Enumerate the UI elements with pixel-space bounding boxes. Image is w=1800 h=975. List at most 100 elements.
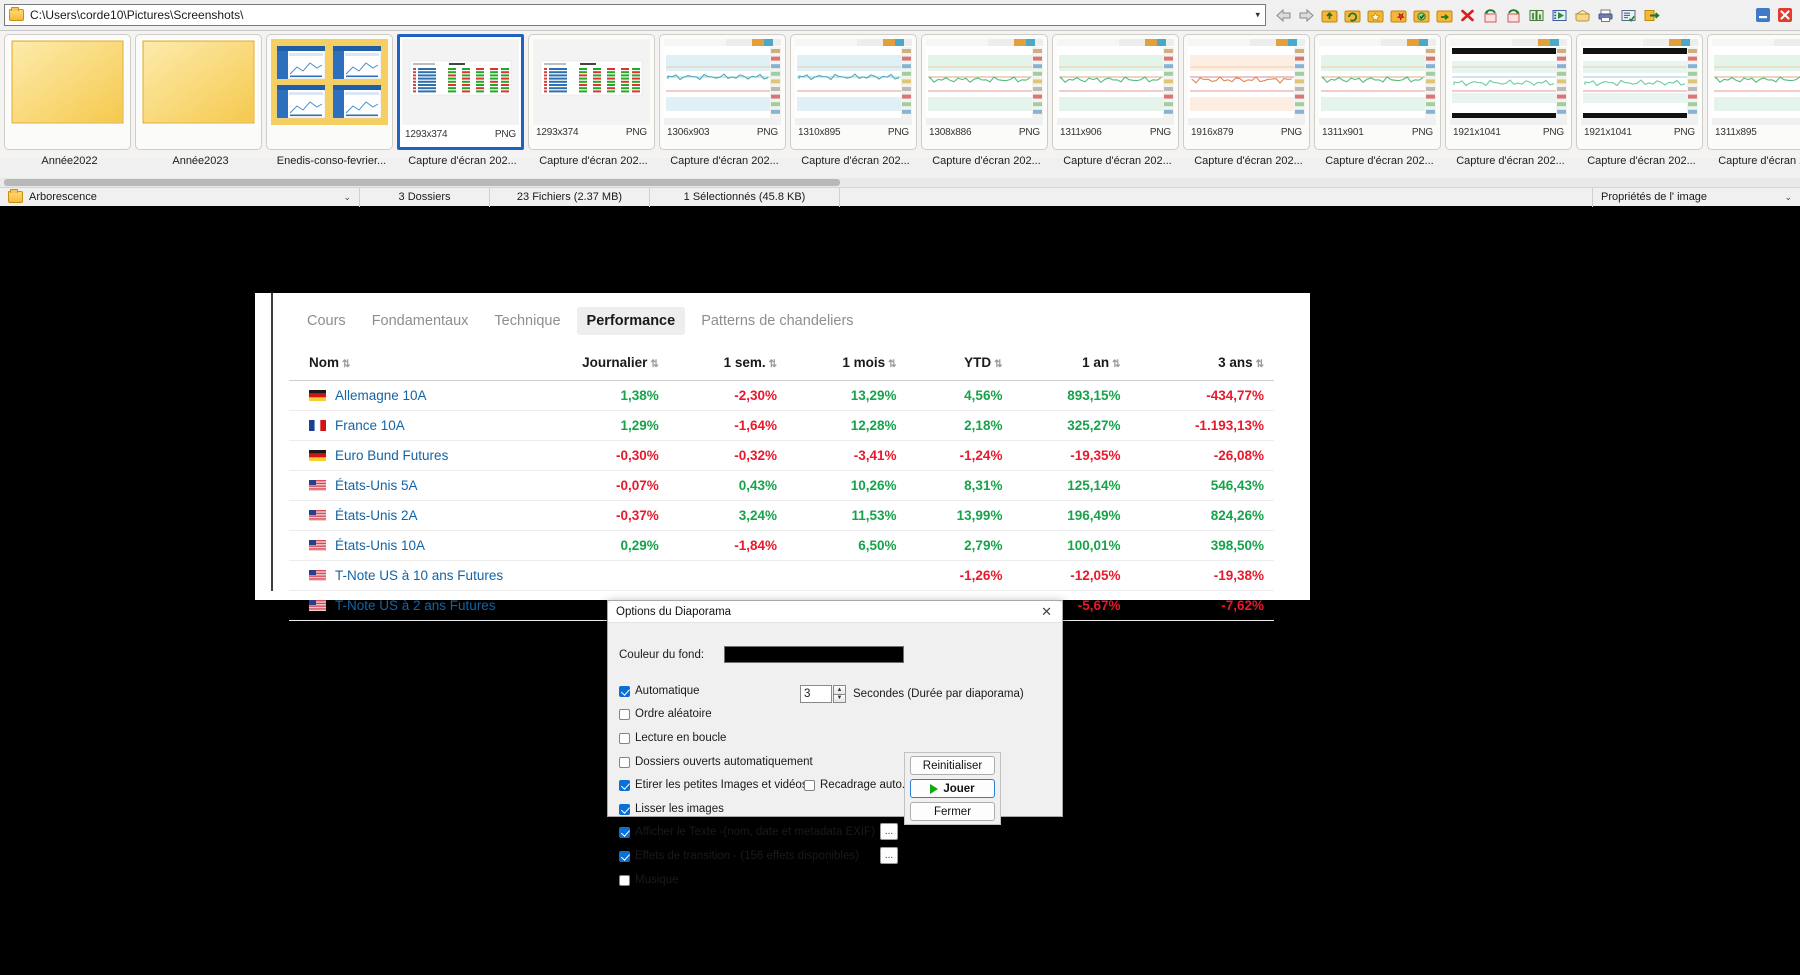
thumbnail-scrollbar[interactable]	[0, 178, 1800, 187]
thumbnail-item[interactable]: 1311x901PNG	[1314, 34, 1441, 150]
rotate-right-icon[interactable]	[1502, 4, 1524, 26]
checkbox-musique[interactable]: Musique	[619, 874, 678, 886]
thumbnail-strip[interactable]: 1293x374PNG 1293x374PNG1306x903PNG1310x8…	[0, 30, 1800, 158]
filmstrip-icon[interactable]	[1548, 4, 1570, 26]
thumbnail-item[interactable]	[266, 34, 393, 150]
instrument-link[interactable]: T-Note US à 10 ans Futures	[335, 568, 503, 583]
tab-performance[interactable]: Performance	[577, 307, 686, 335]
spin-down-icon[interactable]: ▼	[833, 695, 846, 704]
checkbox-etirer-petites-images[interactable]: Etirer les petites Images et vidéos	[619, 779, 808, 791]
checkbox-effets-de-transition[interactable]: Effets de transition - (156 effets dispo…	[619, 850, 859, 862]
column-header-3-ans[interactable]: 3 ans⇅	[1131, 349, 1275, 381]
spin-up-icon[interactable]: ▲	[833, 685, 846, 695]
column-header-nom[interactable]: Nom⇅	[289, 349, 513, 381]
checkbox-icon[interactable]	[619, 827, 630, 838]
folder-new-icon[interactable]	[1387, 4, 1409, 26]
close-dialog-button[interactable]: Fermer	[910, 802, 995, 821]
thumbnail-item[interactable]: 1921x1041PNG	[1576, 34, 1703, 150]
checkbox-ordre-aleatoire[interactable]: Ordre aléatoire	[619, 708, 712, 720]
column-header-1-sem[interactable]: 1 sem.⇅	[669, 349, 787, 381]
seconds-spin-buttons[interactable]: ▲ ▼	[833, 685, 846, 703]
instrument-link[interactable]: T-Note US à 2 ans Futures	[335, 598, 496, 613]
sort-icon[interactable]: ⇅	[769, 359, 777, 370]
folder-favorite-icon[interactable]	[1364, 4, 1386, 26]
status-tree-section[interactable]: Arborescence ⌄	[0, 188, 360, 207]
table-row[interactable]: Allemagne 10A1,38%-2,30%13,29%4,56%893,1…	[289, 381, 1274, 411]
thumbnail-item[interactable]: 1921x1041PNG	[1445, 34, 1572, 150]
delete-x-icon[interactable]	[1456, 4, 1478, 26]
checkbox-icon[interactable]	[619, 851, 630, 862]
table-row[interactable]: T-Note US à 10 ans Futures-1,26%-12,05%-…	[289, 561, 1274, 591]
instrument-link[interactable]: États-Unis 2A	[335, 508, 418, 523]
tab-bar[interactable]: CoursFondamentauxTechniquePerformancePat…	[273, 293, 1276, 349]
sort-icon[interactable]: ⇅	[342, 359, 350, 370]
table-row[interactable]: France 10A1,29%-1,64%12,28%2,18%325,27%-…	[289, 411, 1274, 441]
seconds-input[interactable]: 3	[800, 685, 832, 703]
thumbnail-item[interactable]	[4, 34, 131, 150]
folder-open-icon[interactable]	[1410, 4, 1432, 26]
sort-icon[interactable]: ⇅	[888, 359, 896, 370]
column-header-1-an[interactable]: 1 an⇅	[1012, 349, 1130, 381]
export-icon[interactable]	[1640, 4, 1662, 26]
compare-icon[interactable]	[1525, 4, 1547, 26]
metadata-icon[interactable]	[1617, 4, 1639, 26]
minimize-button[interactable]	[1754, 6, 1772, 24]
chevron-expand-icon[interactable]: ⌄	[343, 192, 351, 203]
thumbnail-item[interactable]: 1311x895PNG	[1707, 34, 1800, 150]
sort-icon[interactable]: ⇅	[1256, 359, 1264, 370]
close-button[interactable]	[1776, 6, 1794, 24]
seconds-stepper[interactable]: 3 ▲ ▼ Secondes (Durée par diaporama)	[800, 685, 1024, 703]
tab-patterns-de-chandeliers[interactable]: Patterns de chandeliers	[691, 307, 863, 335]
instrument-link[interactable]: France 10A	[335, 418, 405, 433]
table-row[interactable]: États-Unis 10A0,29%-1,84%6,50%2,79%100,0…	[289, 531, 1274, 561]
instrument-link[interactable]: États-Unis 5A	[335, 478, 418, 493]
transition-options-button[interactable]: ...	[880, 847, 898, 864]
instrument-link[interactable]: Allemagne 10A	[335, 388, 427, 403]
instrument-link[interactable]: Euro Bund Futures	[335, 448, 448, 463]
column-header-1-mois[interactable]: 1 mois⇅	[787, 349, 906, 381]
background-color-swatch[interactable]	[724, 646, 904, 663]
table-row[interactable]: Euro Bund Futures-0,30%-0,32%-3,41%-1,24…	[289, 441, 1274, 471]
thumbnail-item[interactable]: 1293x374PNG	[528, 34, 655, 150]
checkbox-icon[interactable]	[619, 709, 630, 720]
print-icon[interactable]	[1594, 4, 1616, 26]
thumbnail-item[interactable]: 1306x903PNG	[659, 34, 786, 150]
checkbox-icon[interactable]	[619, 733, 630, 744]
rotate-left-icon[interactable]	[1479, 4, 1501, 26]
play-button[interactable]: Jouer	[910, 779, 995, 798]
checkbox-icon[interactable]	[619, 686, 630, 697]
close-icon[interactable]: ✕	[1037, 605, 1056, 618]
tab-cours[interactable]: Cours	[297, 307, 356, 335]
folder-export-icon[interactable]	[1433, 4, 1455, 26]
dialog-title-bar[interactable]: Options du Diaporama ✕	[608, 601, 1062, 623]
table-row[interactable]: États-Unis 2A-0,37%3,24%11,53%13,99%196,…	[289, 501, 1274, 531]
instrument-link[interactable]: États-Unis 10A	[335, 538, 425, 553]
chevron-down-icon[interactable]: ▾	[1255, 10, 1260, 21]
chevron-expand-icon[interactable]: ⌄	[1784, 192, 1792, 203]
thumbnail-item-selected[interactable]: 1293x374PNG	[397, 34, 524, 150]
reset-button[interactable]: Reinitialiser	[910, 756, 995, 775]
sort-icon[interactable]: ⇅	[994, 359, 1002, 370]
checkbox-icon[interactable]	[619, 757, 630, 768]
checkbox-automatique[interactable]: Automatique	[619, 685, 700, 697]
checkbox-icon[interactable]	[619, 804, 630, 815]
sort-icon[interactable]: ⇅	[1112, 359, 1120, 370]
tab-technique[interactable]: Technique	[484, 307, 570, 335]
checkbox-afficher-le-texte[interactable]: Afficher le Texte -(nom, date et metadat…	[619, 826, 875, 838]
thumbnail-item[interactable]: 1916x879PNG	[1183, 34, 1310, 150]
checkbox-lisser-les-images[interactable]: Lisser les images	[619, 803, 724, 815]
address-input[interactable]: C:\Users\corde10\Pictures\Screenshots\ ▾	[4, 4, 1266, 26]
folder-refresh-icon[interactable]	[1341, 4, 1363, 26]
batch-convert-icon[interactable]	[1571, 4, 1593, 26]
forward-arrow-icon[interactable]	[1295, 4, 1317, 26]
thumbnail-item[interactable]: 1310x895PNG	[790, 34, 917, 150]
thumbnail-item[interactable]: 1311x906PNG	[1052, 34, 1179, 150]
scrollbar-thumb[interactable]	[4, 179, 840, 186]
checkbox-icon[interactable]	[619, 780, 630, 791]
status-image-properties[interactable]: Propriétés de l' image ⌄	[1592, 188, 1800, 207]
sort-icon[interactable]: ⇅	[650, 359, 658, 370]
checkbox-lecture-en-boucle[interactable]: Lecture en boucle	[619, 732, 726, 744]
column-header-ytd[interactable]: YTD⇅	[906, 349, 1012, 381]
checkbox-icon[interactable]	[804, 780, 815, 791]
text-options-button[interactable]: ...	[880, 823, 898, 840]
